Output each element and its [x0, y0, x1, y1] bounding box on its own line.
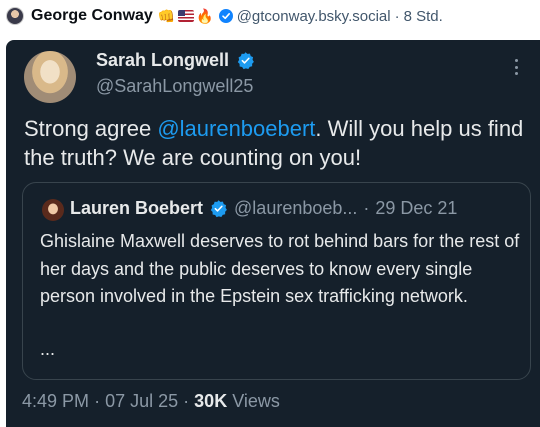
quoted-tweet-text: Ghislaine Maxwell deserves to rot behind… [40, 231, 520, 306]
views-count: 30K [194, 391, 228, 411]
tweet-screenshot[interactable]: Sarah Longwell @SarahLongwell25 Strong a… [6, 40, 540, 427]
mention-link: @laurenboebert [157, 116, 316, 141]
quoted-ellipsis: ... [40, 339, 56, 359]
verified-badge-icon [218, 9, 233, 23]
verified-badge-icon [209, 199, 228, 218]
meta-separator: · [183, 391, 190, 411]
post-time[interactable]: 8 Std. [404, 8, 443, 25]
tweet-author-handle: @SarahLongwell25 [96, 76, 254, 96]
post-header: George Conway 👊 🔥 @gtconway.bsky.social … [6, 4, 443, 28]
poster-name[interactable]: George Conway [31, 7, 153, 25]
fist-emoji-icon: 👊 [157, 8, 176, 24]
quoted-tweet-header: Lauren Boebert @laurenboeb... · 29 Dec 2… [70, 198, 457, 219]
separator: · [394, 7, 400, 25]
verified-badge-icon [236, 51, 255, 70]
tweet-meta: 4:49 PM · 07 Jul 25 · 30K Views [22, 391, 280, 412]
views-label: Views [232, 391, 280, 411]
tweet-author-name-text: Sarah Longwell [96, 50, 230, 70]
poster-handle[interactable]: @gtconway.bsky.social [237, 8, 391, 25]
quoted-date: 29 Dec 21 [375, 198, 458, 218]
quoted-separator: · [363, 198, 370, 218]
quoted-author-name: Lauren Boebert [70, 198, 204, 218]
tweet-text-start: Strong agree [24, 116, 158, 141]
tweet-author-avatar [24, 51, 76, 103]
quoted-author-avatar [42, 199, 64, 221]
tweet-date: 07 Jul 25 [105, 391, 179, 411]
tweet-time: 4:49 PM [22, 391, 90, 411]
us-flag-icon [178, 10, 195, 22]
quoted-author-handle: @laurenboeb... [234, 198, 358, 218]
tweet-text: Strong agree @laurenboebert. Will you he… [24, 114, 532, 172]
fire-emoji-icon: 🔥 [196, 8, 214, 24]
quoted-tweet: Lauren Boebert @laurenboeb... · 29 Dec 2… [22, 182, 531, 380]
meta-separator: · [94, 391, 101, 411]
poster-avatar[interactable] [6, 7, 24, 25]
more-options-icon [509, 56, 523, 78]
tweet-author-name: Sarah Longwell [96, 50, 255, 71]
